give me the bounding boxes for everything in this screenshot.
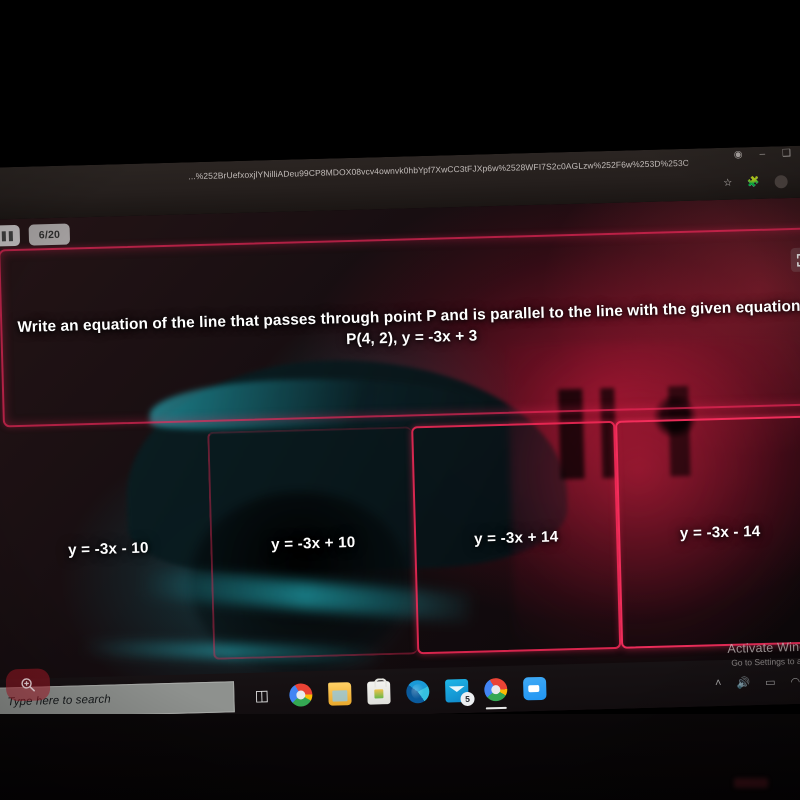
pause-button[interactable] <box>0 224 21 247</box>
account-circle-icon[interactable]: ◉ <box>734 149 743 160</box>
volume-icon[interactable]: 🔊 <box>736 676 750 689</box>
answer-option-a-label: y = -3x - 10 <box>67 539 149 559</box>
answer-option-b[interactable]: y = -3x + 10 <box>207 426 418 660</box>
quiz-game-area: 6/20 Write an equation of the line that … <box>0 197 800 726</box>
bezel-reflection <box>734 778 768 788</box>
taskbar-icons: ◫ 5 <box>250 676 547 707</box>
profile-avatar-icon[interactable] <box>774 175 788 189</box>
question-progress-counter: 6/20 <box>28 223 71 246</box>
microsoft-store-icon[interactable] <box>367 680 391 705</box>
file-explorer-icon[interactable] <box>328 681 352 706</box>
zoom-in-icon <box>21 678 35 692</box>
fullscreen-button[interactable] <box>790 247 800 273</box>
bookmark-star-icon[interactable]: ☆ <box>723 178 732 189</box>
watermark-title: Activate Windows <box>727 639 800 656</box>
answer-option-b-label: y = -3x + 10 <box>270 533 356 553</box>
zoom-app-icon[interactable] <box>522 676 547 700</box>
question-text: Write an equation of the line that passe… <box>17 297 800 349</box>
answer-option-c-label: y = -3x + 14 <box>473 527 559 548</box>
answer-option-c[interactable]: y = -3x + 14 <box>411 420 622 655</box>
pause-bar-left <box>1 230 6 241</box>
extensions-puzzle-icon[interactable]: 🧩 <box>747 177 760 188</box>
fullscreen-icon <box>796 253 800 267</box>
game-hud: 6/20 <box>0 223 71 247</box>
answer-option-a[interactable]: y = -3x - 10 <box>3 432 213 665</box>
microsoft-edge-icon[interactable] <box>406 679 430 704</box>
answer-option-d[interactable]: y = -3x - 14 <box>615 415 800 649</box>
chrome-window-icon[interactable] <box>483 677 508 701</box>
answer-grid: y = -3x - 10 y = -3x + 10 y = -3x + 14 y… <box>3 415 800 665</box>
pause-bar-right <box>8 230 13 241</box>
mail-unread-badge: 5 <box>460 691 475 706</box>
activate-windows-watermark: Activate Windows Go to Settings to activ… <box>727 639 800 668</box>
watermark-subtitle: Go to Settings to activate <box>731 655 800 668</box>
mail-icon[interactable]: 5 <box>444 678 475 706</box>
network-icon[interactable]: ◠ <box>790 674 800 687</box>
laptop-base-bezel <box>0 714 800 800</box>
laptop-screen: ...%252BrUefxoxjlYNilliADeu99CP8MDOX08vc… <box>0 145 800 726</box>
zoom-in-button[interactable] <box>5 668 51 702</box>
task-view-icon[interactable]: ◫ <box>250 684 274 708</box>
show-hidden-icons-chevron-icon[interactable]: ˄ <box>715 677 722 689</box>
window-controls: ◉ – ❑ × <box>734 147 800 161</box>
laptop-photo: ...%252BrUefxoxjlYNilliADeu99CP8MDOX08vc… <box>0 0 800 800</box>
screen-content: ...%252BrUefxoxjlYNilliADeu99CP8MDOX08vc… <box>0 145 800 726</box>
browser-toolbar-icons: ☆ 🧩 ⋮ <box>723 174 800 189</box>
maximize-button[interactable]: ❑ <box>782 148 791 159</box>
system-tray: ˄ 🔊 ▭ ◠ ☁ <box>715 673 800 689</box>
answer-option-d-label: y = -3x - 14 <box>679 522 761 542</box>
battery-icon[interactable]: ▭ <box>765 675 776 688</box>
minimize-button[interactable]: – <box>759 149 765 160</box>
question-panel: Write an equation of the line that passe… <box>0 227 800 428</box>
chrome-icon[interactable] <box>289 682 313 707</box>
